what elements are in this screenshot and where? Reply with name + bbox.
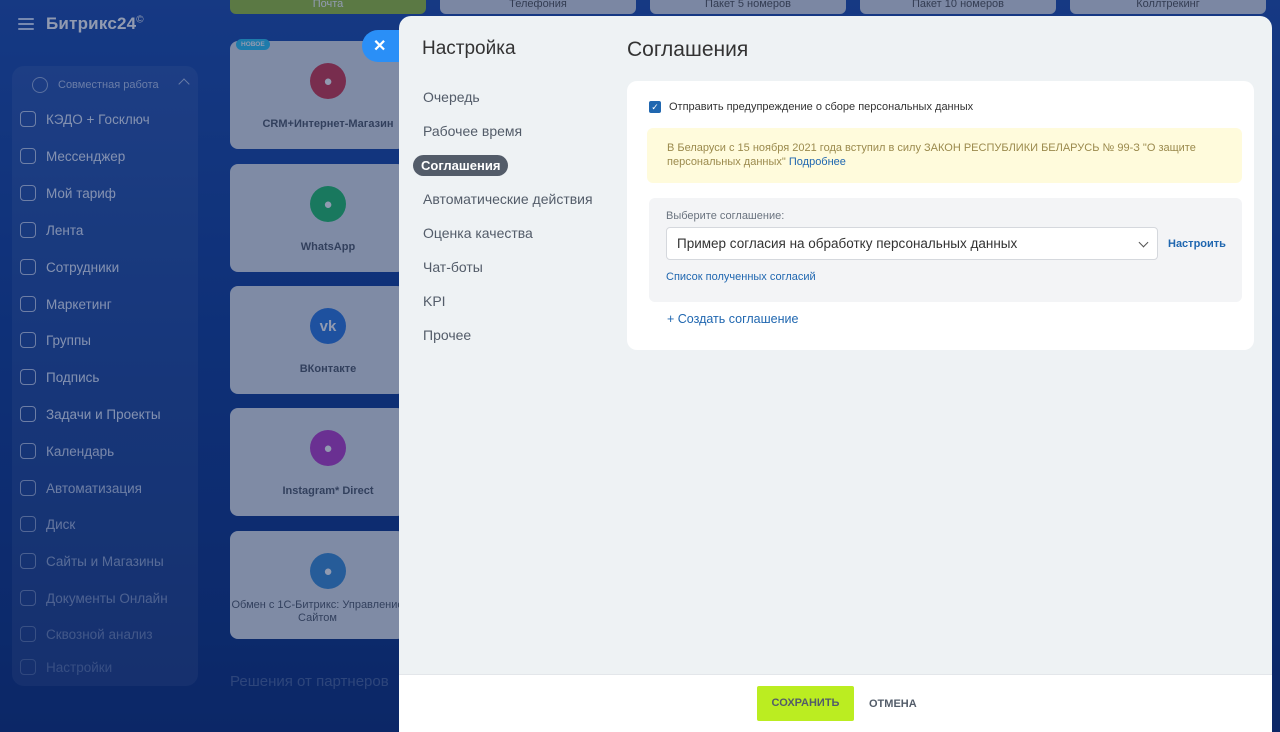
settings-menu-item[interactable]: Прочее xyxy=(423,327,471,343)
close-icon: ✕ xyxy=(373,38,387,55)
settings-menu-item[interactable]: Очередь xyxy=(423,89,480,105)
warning-checkbox[interactable]: ✓ xyxy=(649,101,661,113)
chevron-down-icon xyxy=(1138,237,1149,248)
law-notice-more-link[interactable]: Подробнее xyxy=(789,156,846,168)
law-notice-text: В Беларуси с 15 ноября 2021 года вступил… xyxy=(667,142,1196,168)
configure-agreement-link[interactable]: Настроить xyxy=(1168,238,1226,250)
settings-menu-item[interactable]: KPI xyxy=(423,293,446,309)
settings-menu-item[interactable]: Автоматические действия xyxy=(423,191,593,207)
settings-menu-item[interactable]: Соглашения xyxy=(413,155,509,176)
warning-checkbox-label: Отправить предупреждение о сборе персона… xyxy=(669,101,974,113)
settings-menu-item[interactable]: Оценка качества xyxy=(423,225,533,241)
save-button[interactable]: СОХРАНИТЬ xyxy=(757,686,854,721)
settings-menu-item[interactable]: Рабочее время xyxy=(423,123,522,139)
received-consents-link[interactable]: Список полученных согласий xyxy=(666,271,816,283)
settings-menu-item[interactable]: Чат-боты xyxy=(423,259,483,275)
agreement-select-label: Выберите соглашение: xyxy=(666,210,785,222)
personal-data-warning-row[interactable]: ✓ Отправить предупреждение о сборе персо… xyxy=(649,101,973,113)
agreements-card: ✓ Отправить предупреждение о сборе персо… xyxy=(627,81,1254,350)
agreement-select[interactable]: Пример согласия на обработку персональны… xyxy=(666,227,1158,260)
settings-slider: Настройка Очередь Рабочее время Соглашения… xyxy=(399,16,1272,732)
cancel-button[interactable]: ОТМЕНА xyxy=(869,698,917,710)
create-agreement-link[interactable]: + Создать соглашение xyxy=(667,312,798,326)
slider-footer: СОХРАНИТЬ ОТМЕНА xyxy=(399,674,1272,732)
settings-title: Настройка xyxy=(422,38,516,59)
page-title: Соглашения xyxy=(627,38,749,61)
agreement-select-box: Выберите соглашение: Пример согласия на … xyxy=(649,198,1242,302)
agreement-select-value: Пример согласия на обработку персональны… xyxy=(677,236,1018,251)
law-notice: В Беларуси с 15 ноября 2021 года вступил… xyxy=(647,128,1242,183)
